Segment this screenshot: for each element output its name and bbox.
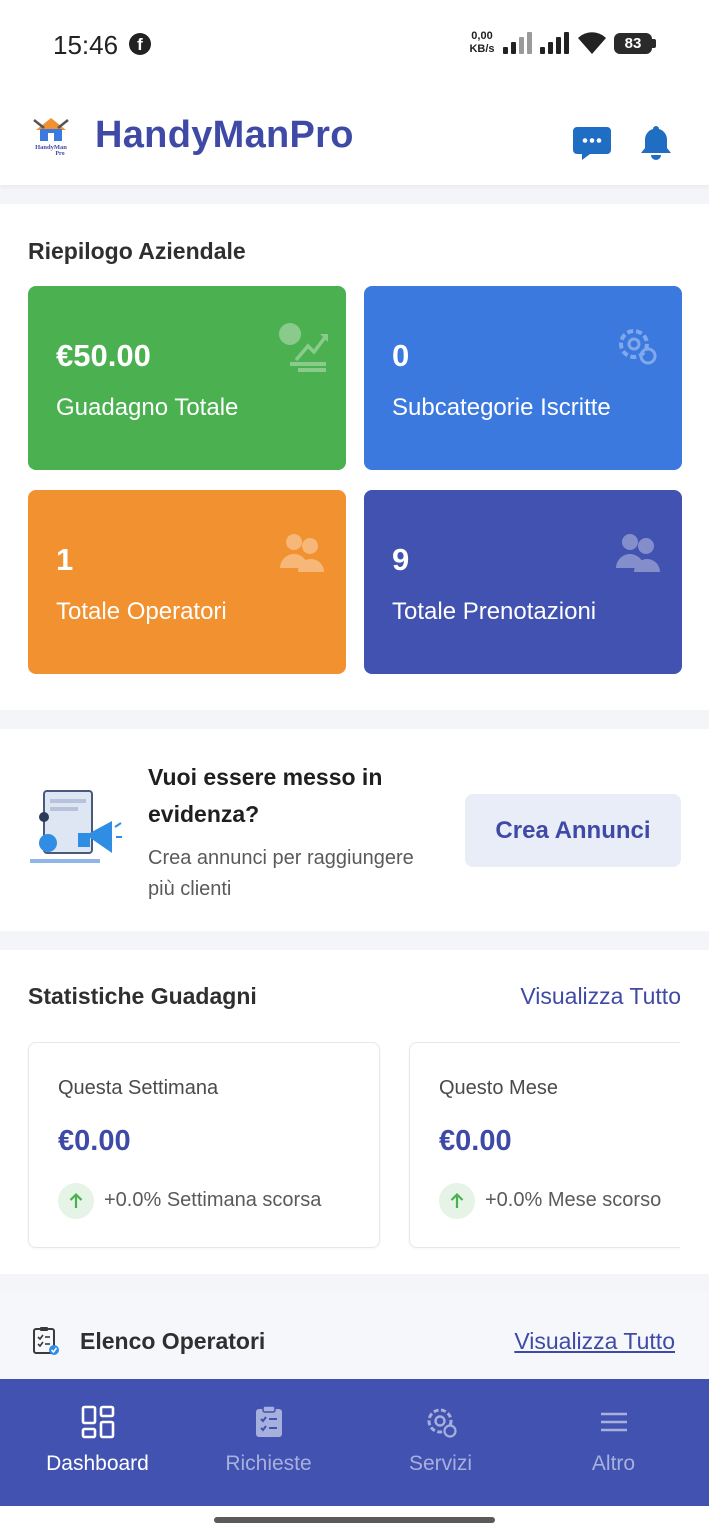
earnings-cards-carousel[interactable]: Questa Settimana €0.00 +0.0% Settimana s… xyxy=(0,1042,680,1250)
total-operators-card[interactable]: 1 Totale Operatori xyxy=(28,490,346,674)
total-operators-label: Totale Operatori xyxy=(56,598,227,625)
megaphone-illustration xyxy=(30,790,122,863)
gesture-bar[interactable] xyxy=(214,1517,495,1523)
nav-label-more: Altro xyxy=(591,1452,636,1475)
handymanpro-logo: HandyMan Pro xyxy=(33,118,69,156)
earnings-period: Questa Settimana xyxy=(58,1077,219,1099)
battery-level: 83 xyxy=(614,33,652,54)
business-summary-section: Riepilogo Aziendale €50.00 Guadagno Tota… xyxy=(0,204,709,710)
earnings-view-all-link[interactable]: Visualizza Tutto xyxy=(520,983,681,1010)
menu-icon xyxy=(601,1412,627,1432)
notification-bell-button[interactable] xyxy=(636,122,676,162)
weekly-earnings-card[interactable]: Questa Settimana €0.00 +0.0% Settimana s… xyxy=(28,1042,380,1248)
operators-view-all-link[interactable]: Visualizza Tutto xyxy=(514,1328,675,1355)
promo-heading: Vuoi essere messo in evidenza? xyxy=(148,764,383,827)
summary-title: Riepilogo Aziendale xyxy=(28,238,246,264)
earnings-trend: +0.0% Mese scorso xyxy=(485,1189,662,1211)
nav-item-requests[interactable]: Richieste xyxy=(180,1379,357,1506)
gear-icon xyxy=(619,329,657,365)
svg-text:HandyMan: HandyMan xyxy=(35,144,67,151)
app-title: HandyManPro xyxy=(95,114,354,156)
total-operators-value: 1 xyxy=(56,542,74,577)
signal-icon xyxy=(503,32,533,54)
gear-icon xyxy=(427,1408,457,1438)
operators-title: Elenco Operatori xyxy=(80,1328,266,1354)
checklist-icon xyxy=(33,1327,59,1355)
svg-text:Pro: Pro xyxy=(55,151,64,156)
earnings-period: Questo Mese xyxy=(439,1077,558,1099)
nav-label-dashboard: Dashboard xyxy=(46,1452,149,1475)
app-header: HandyMan Pro HandyManPro xyxy=(0,88,709,185)
earnings-amount: €0.00 xyxy=(58,1125,131,1157)
total-earnings-value: €50.00 xyxy=(56,338,151,373)
status-time: 15:46 xyxy=(53,30,119,60)
users-icon xyxy=(280,534,324,572)
total-earnings-card[interactable]: €50.00 Guadagno Totale xyxy=(28,286,346,470)
subcategories-value: 0 xyxy=(392,338,410,373)
clipboard-icon xyxy=(256,1405,282,1437)
nav-label-requests: Richieste xyxy=(225,1452,312,1475)
battery-icon: 83 xyxy=(614,33,656,54)
monthly-earnings-card[interactable]: Questo Mese €0.00 +0.0% Mese scorso xyxy=(409,1042,680,1248)
earnings-title: Statistiche Guadagni xyxy=(28,983,257,1009)
users-icon xyxy=(616,534,660,572)
nav-label-services: Servizi xyxy=(408,1452,472,1475)
earnings-stats-section: Statistiche Guadagni Visualizza Tutto Qu… xyxy=(0,950,709,1274)
arrow-up-icon xyxy=(439,1183,475,1219)
operators-list-section: Elenco Operatori Visualizza Tutto xyxy=(0,1293,709,1383)
nav-item-services[interactable]: Servizi xyxy=(352,1379,529,1506)
facebook-icon: f xyxy=(129,33,151,55)
earnings-trend: +0.0% Settimana scorsa xyxy=(104,1189,322,1211)
network-speed: 0,00 KB/s xyxy=(466,30,498,56)
subcategories-label: Subcategorie Iscritte xyxy=(392,394,611,421)
nav-item-dashboard[interactable]: Dashboard xyxy=(9,1379,186,1506)
app-screen: 15:46 f 0,00 KB/s 83 HandyMan Pro HandyM… xyxy=(0,0,709,1536)
arrow-up-icon xyxy=(58,1183,94,1219)
money-growth-icon xyxy=(279,323,328,372)
network-speed-value: 0,00 xyxy=(471,30,493,42)
earnings-amount: €0.00 xyxy=(439,1125,512,1157)
network-speed-unit: KB/s xyxy=(469,43,495,55)
promo-description: Crea annunci per raggiungere più clienti xyxy=(148,847,414,900)
total-bookings-value: 9 xyxy=(392,542,410,577)
status-bar: 15:46 f 0,00 KB/s 83 xyxy=(0,0,709,88)
wifi-icon xyxy=(578,32,606,54)
subcategories-card[interactable]: 0 Subcategorie Iscritte xyxy=(364,286,682,470)
chat-button[interactable] xyxy=(572,124,612,162)
nav-item-more[interactable]: Altro xyxy=(525,1379,702,1506)
create-ads-button[interactable]: Crea Annunci xyxy=(465,794,681,867)
total-bookings-card[interactable]: 9 Totale Prenotazioni xyxy=(364,490,682,674)
total-bookings-label: Totale Prenotazioni xyxy=(392,598,597,625)
total-earnings-label: Guadagno Totale xyxy=(56,394,239,421)
promo-banner: Vuoi essere messo in evidenza? Crea annu… xyxy=(0,729,709,931)
signal-icon xyxy=(540,32,570,54)
dashboard-icon xyxy=(81,1405,115,1439)
bottom-navigation: Dashboard Richieste Servizi Altro xyxy=(0,1379,709,1506)
